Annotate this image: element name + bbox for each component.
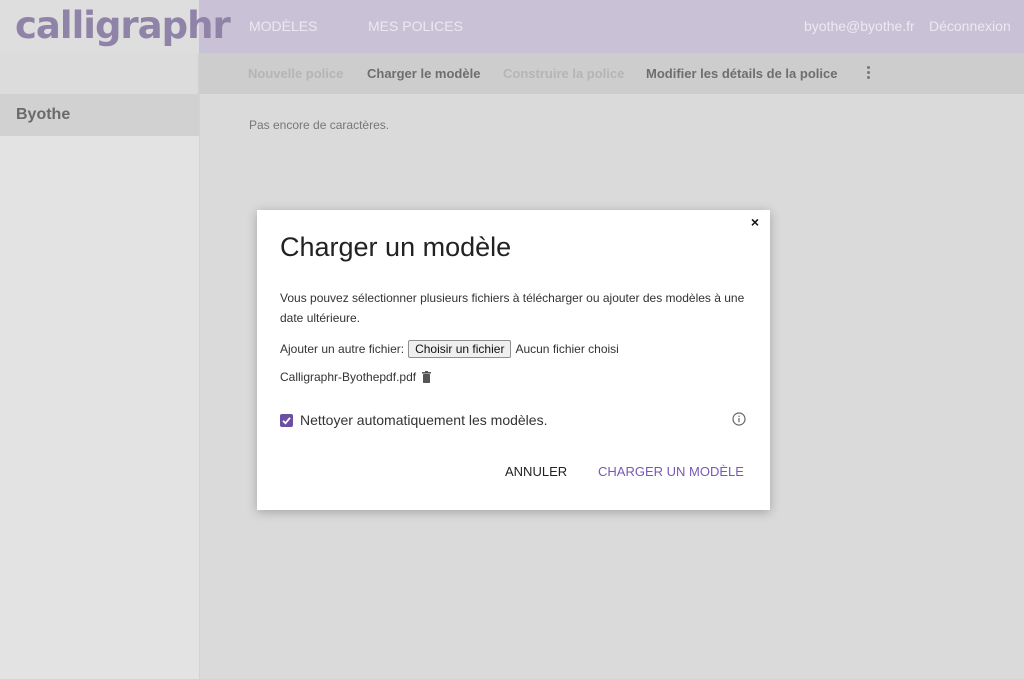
trash-icon[interactable] <box>422 371 432 383</box>
cancel-button[interactable]: Annuler <box>505 462 567 481</box>
sidebar: Byothe <box>0 94 200 679</box>
more-vert-icon[interactable] <box>865 66 871 82</box>
step-upload-template[interactable]: Charger le modèle <box>367 53 480 94</box>
choose-file-button[interactable]: Choisir un fichier <box>408 340 512 358</box>
upload-template-button[interactable]: Charger un modèle <box>598 462 744 481</box>
sidebar-item-label: Byothe <box>16 106 71 123</box>
info-icon[interactable] <box>732 412 746 426</box>
nav-my-fonts[interactable]: Mes polices <box>368 0 463 53</box>
no-file-chosen-text: Aucun fichier choisi <box>515 342 619 356</box>
upload-template-dialog: × Charger un modèle Vous pouvez sélectio… <box>257 210 770 510</box>
empty-characters-text: Pas encore de caractères. <box>249 118 390 132</box>
uploaded-file-item: Calligraphr-Byothepdf.pdf <box>280 369 432 385</box>
logo-area: calligraphr <box>0 0 231 53</box>
add-file-label: Ajouter un autre fichier: <box>280 342 405 356</box>
dialog-description: Vous pouvez sélectionner plusieurs fichi… <box>280 291 745 325</box>
nav-templates[interactable]: Modèles <box>249 0 317 53</box>
logout-link[interactable]: Déconnexion <box>929 0 1011 53</box>
uploaded-file-name: Calligraphr-Byothepdf.pdf <box>280 370 417 384</box>
auto-clean-label[interactable]: Nettoyer automatiquement les modèles. <box>300 412 547 428</box>
close-icon[interactable]: × <box>748 215 762 229</box>
step-navigation: Nouvelle police Charger le modèle Constr… <box>199 53 1024 94</box>
user-email-link[interactable]: byothe@byothe.fr <box>804 0 915 53</box>
app-logo[interactable]: calligraphr <box>15 4 231 48</box>
step-new-font[interactable]: Nouvelle police <box>248 53 343 94</box>
step-build-font[interactable]: Construire la police <box>503 53 624 94</box>
step-edit-font-details[interactable]: Modifier les détails de la police <box>646 53 837 94</box>
dialog-title: Charger un modèle <box>280 232 512 262</box>
sidebar-item-font[interactable]: Byothe <box>0 94 199 136</box>
auto-clean-checkbox[interactable] <box>280 413 293 427</box>
auto-clean-option: Nettoyer automatiquement les modèles. <box>280 412 547 428</box>
subbar-left-spacer <box>0 53 199 95</box>
top-header: calligraphr Modèles Mes polices byothe@b… <box>0 0 1024 53</box>
file-input-row: Ajouter un autre fichier: Choisir un fic… <box>280 340 619 358</box>
